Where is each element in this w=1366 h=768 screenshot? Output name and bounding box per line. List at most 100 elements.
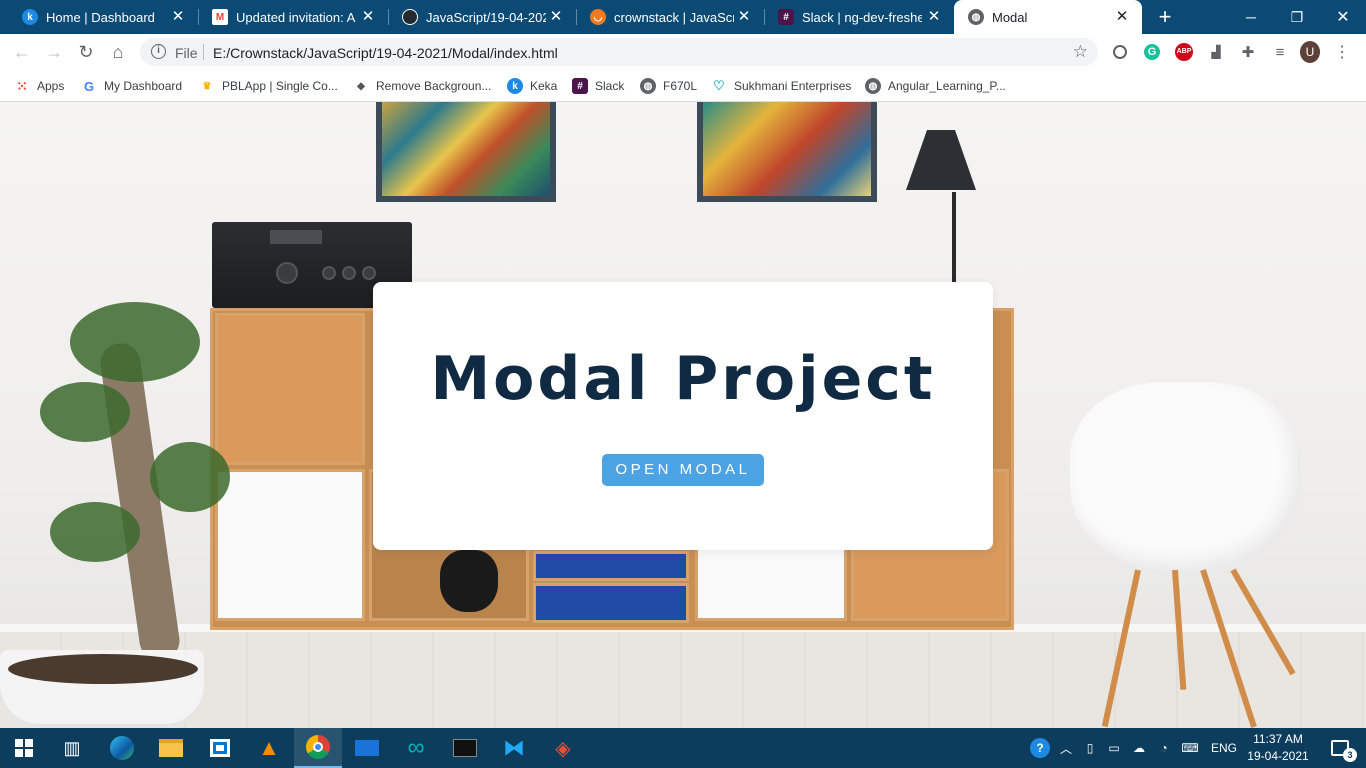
file-explorer-icon[interactable] <box>147 728 195 768</box>
language-indicator[interactable]: ENG <box>1208 728 1240 768</box>
globe-icon: ◍ <box>640 78 656 94</box>
bookmark-pblapp[interactable]: ♛ PBLApp | Single Co... <box>199 77 338 95</box>
white-chair <box>1070 382 1300 572</box>
tab-title: Slack | ng-dev-freshers <box>802 9 922 25</box>
open-modal-button[interactable]: OPEN MODAL <box>602 454 764 486</box>
bookmark-keka[interactable]: k Keka <box>507 77 557 95</box>
bookmarks-bar: ⁙ Apps G My Dashboard ♛ PBLApp | Single … <box>0 70 1366 102</box>
layers-icon: ◆ <box>357 80 365 92</box>
tab-slack[interactable]: # Slack | ng-dev-freshers ✕ <box>764 0 954 34</box>
close-icon[interactable]: ✕ <box>926 9 942 25</box>
back-button[interactable]: ← <box>10 40 34 64</box>
close-icon[interactable]: ✕ <box>360 9 376 25</box>
keka-icon: k <box>507 78 523 94</box>
git-icon[interactable]: ◈ <box>539 728 587 768</box>
tab-updated-invitation[interactable]: M Updated invitation: Ang ✕ <box>198 0 389 34</box>
modal-project-card: Modal Project OPEN MODAL <box>373 282 993 550</box>
bookmark-my-dashboard[interactable]: G My Dashboard <box>81 77 182 95</box>
chevron-up-icon[interactable]: ︿ <box>1056 728 1076 768</box>
tab-title: JavaScript/19-04-2021/ <box>426 9 546 25</box>
restore-button[interactable]: ❐ <box>1274 0 1320 34</box>
pbl-icon: ♛ <box>202 80 212 92</box>
gmail-icon: M <box>212 9 228 25</box>
black-vase <box>440 550 498 612</box>
github-icon <box>402 9 418 25</box>
clock-time: 11:37 AM <box>1253 732 1303 746</box>
reload-button[interactable]: ↻ <box>74 40 98 64</box>
clock-date: 19-04-2021 <box>1247 749 1309 763</box>
system-clock[interactable]: 11:37 AM 19-04-2021 <box>1242 731 1314 765</box>
store-icon[interactable] <box>196 728 244 768</box>
url-text[interactable]: E:/Crownstack/JavaScript/19-04-2021/Moda… <box>213 45 558 61</box>
vlc-icon[interactable]: ▲ <box>245 728 293 768</box>
notifications-icon[interactable]: 3 <box>1320 728 1360 768</box>
bookmark-f670l[interactable]: ◍ F670L <box>640 77 697 95</box>
bookmark-apps[interactable]: ⁙ Apps <box>14 77 64 95</box>
slack-icon: # <box>572 78 588 94</box>
adblock-plus-icon[interactable]: ABP <box>1174 42 1194 62</box>
task-view-icon[interactable]: ▥ <box>48 728 96 768</box>
wall-painting-left <box>376 102 556 202</box>
keka-icon: k <box>22 9 38 25</box>
terminal-icon[interactable] <box>441 728 489 768</box>
bookmark-remove-background[interactable]: ◆ Remove Backgroun... <box>353 77 491 95</box>
extensions-puzzle-icon[interactable]: ✚ <box>1238 42 1258 62</box>
close-icon[interactable]: ✕ <box>736 9 752 25</box>
windows-taskbar: ▥ ▲ ∞ ⧓ ◈ ? ︿ ▯ ▭ ☁ ◔ ⌨ ENG 11:37 AM 19-… <box>0 728 1366 768</box>
google-icon: G <box>83 78 95 94</box>
close-icon[interactable]: ✕ <box>1114 9 1130 25</box>
analytics-icon[interactable]: ▟ <box>1206 42 1226 62</box>
tab-javascript-repo[interactable]: JavaScript/19-04-2021/ ✕ <box>388 0 577 34</box>
home-button[interactable]: ⌂ <box>106 40 130 64</box>
close-icon[interactable]: ✕ <box>548 9 564 25</box>
bookmark-slack[interactable]: # Slack <box>572 77 624 95</box>
media-controls-icon[interactable]: ≡ <box>1270 42 1290 62</box>
tab-title: Home | Dashboard <box>46 9 155 25</box>
crownstack-icon: ◡ <box>590 9 606 25</box>
tab-title: Updated invitation: Ang <box>236 9 356 25</box>
new-tab-button[interactable]: + <box>1153 5 1177 29</box>
bookmark-star-icon[interactable]: ☆ <box>1073 42 1088 62</box>
bookmark-sukhmani[interactable]: ♡ Sukhmani Enterprises <box>711 77 851 95</box>
help-icon[interactable]: ? <box>1028 728 1052 768</box>
tab-title: crownstack | JavaScript <box>614 9 734 25</box>
address-bar[interactable]: i File E:/Crownstack/JavaScript/19-04-20… <box>140 38 1098 66</box>
edge-icon[interactable] <box>98 728 146 768</box>
tab-title: Modal <box>992 9 1028 25</box>
scheme-label: File <box>175 45 198 61</box>
vscode-icon[interactable]: ⧓ <box>490 728 538 768</box>
close-icon[interactable]: ✕ <box>170 9 186 25</box>
notification-count-badge: 3 <box>1343 748 1357 762</box>
tab-home-dashboard[interactable]: k Home | Dashboard ✕ <box>8 0 199 34</box>
tab-strip: k Home | Dashboard ✕ M Updated invitatio… <box>0 0 1366 34</box>
wifi-icon[interactable]: ◔ <box>1154 728 1174 768</box>
forward-button[interactable]: → <box>42 40 66 64</box>
extension-shield-icon[interactable] <box>1110 42 1130 62</box>
close-window-button[interactable]: ✕ <box>1320 0 1366 34</box>
globe-icon: ◍ <box>968 9 984 25</box>
globe-icon: ◍ <box>865 78 881 94</box>
info-icon[interactable]: i <box>151 44 166 59</box>
profile-avatar[interactable]: U <box>1300 41 1320 63</box>
keyboard-icon[interactable]: ⌨ <box>1178 728 1202 768</box>
tab-modal[interactable]: ◍ Modal ✕ <box>954 0 1142 34</box>
tab-crownstack[interactable]: ◡ crownstack | JavaScript ✕ <box>576 0 765 34</box>
heart-icon: ♡ <box>713 78 725 93</box>
slack-icon: # <box>778 9 794 25</box>
apps-grid-icon: ⁙ <box>16 77 28 94</box>
wall-painting-right <box>697 102 877 202</box>
windows-start-icon[interactable] <box>0 728 48 768</box>
minimize-button[interactable]: ─ <box>1228 0 1274 34</box>
bookmark-angular-learning[interactable]: ◍ Angular_Learning_P... <box>865 77 1006 95</box>
battery-icon[interactable]: ▭ <box>1104 728 1124 768</box>
chrome-icon[interactable] <box>294 728 342 768</box>
menu-kebab-icon[interactable]: ⋮ <box>1332 42 1352 62</box>
usb-icon[interactable]: ▯ <box>1080 728 1100 768</box>
grammarly-icon[interactable]: G <box>1142 42 1162 62</box>
onedrive-cloud-icon[interactable]: ☁ <box>1128 728 1150 768</box>
page-viewport: Modal Project OPEN MODAL <box>0 102 1366 728</box>
arduino-icon[interactable]: ∞ <box>392 728 440 768</box>
mail-icon[interactable] <box>343 728 391 768</box>
page-title: Modal Project <box>430 344 936 414</box>
browser-toolbar: ← → ↻ ⌂ i File E:/Crownstack/JavaScript/… <box>0 34 1366 70</box>
